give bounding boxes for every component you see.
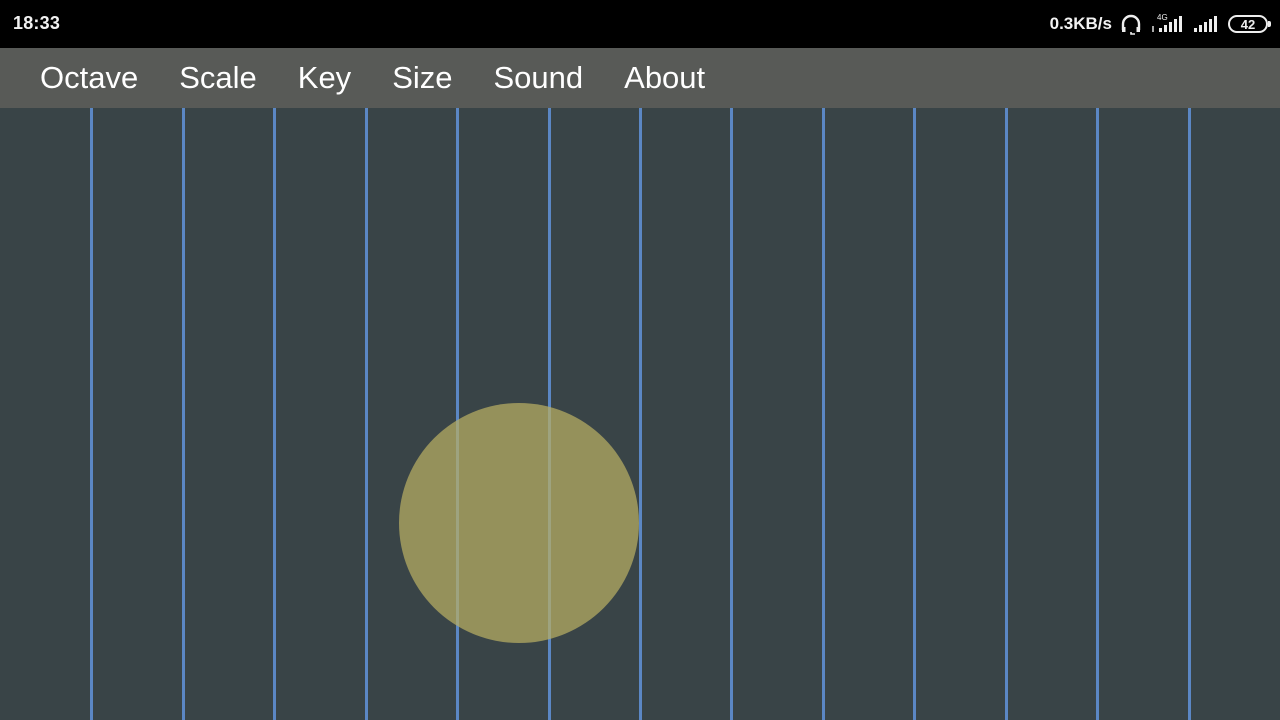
string-line[interactable]	[913, 108, 916, 720]
menu-item-key[interactable]: Key	[298, 52, 351, 104]
string-line[interactable]	[639, 108, 642, 720]
string-play-area[interactable]	[0, 108, 1280, 720]
string-line[interactable]	[1005, 108, 1008, 720]
touch-indicator	[399, 403, 639, 643]
string-line[interactable]	[273, 108, 276, 720]
string-line[interactable]	[730, 108, 733, 720]
battery-icon: 42	[1228, 15, 1271, 33]
string-line[interactable]	[1188, 108, 1191, 720]
menu-item-octave[interactable]: Octave	[40, 52, 138, 104]
string-line[interactable]	[182, 108, 185, 720]
network-speed: 0.3KB/s	[1049, 14, 1112, 33]
menu-item-about[interactable]: About	[624, 52, 705, 104]
status-icons: 0.3KB/s 4G 42	[1049, 11, 1271, 37]
string-line[interactable]	[822, 108, 825, 720]
menu-item-size[interactable]: Size	[392, 52, 452, 104]
network-type-label: 4G	[1157, 13, 1168, 22]
menu-item-scale[interactable]: Scale	[179, 52, 257, 104]
string-line[interactable]	[365, 108, 368, 720]
signal-4g-icon: 4G	[1150, 12, 1184, 36]
battery-level: 42	[1240, 16, 1256, 32]
string-line[interactable]	[1096, 108, 1099, 720]
headphones-icon	[1120, 13, 1142, 35]
menu-item-sound[interactable]: Sound	[494, 52, 584, 104]
string-line[interactable]	[90, 108, 93, 720]
menu-bar: Octave Scale Key Size Sound About	[0, 48, 1280, 108]
status-time: 18:33	[13, 13, 61, 33]
status-bar: 18:33 0.3KB/s 4G 42	[0, 0, 1280, 48]
signal-icon	[1192, 12, 1220, 36]
string-line[interactable]	[456, 108, 459, 720]
